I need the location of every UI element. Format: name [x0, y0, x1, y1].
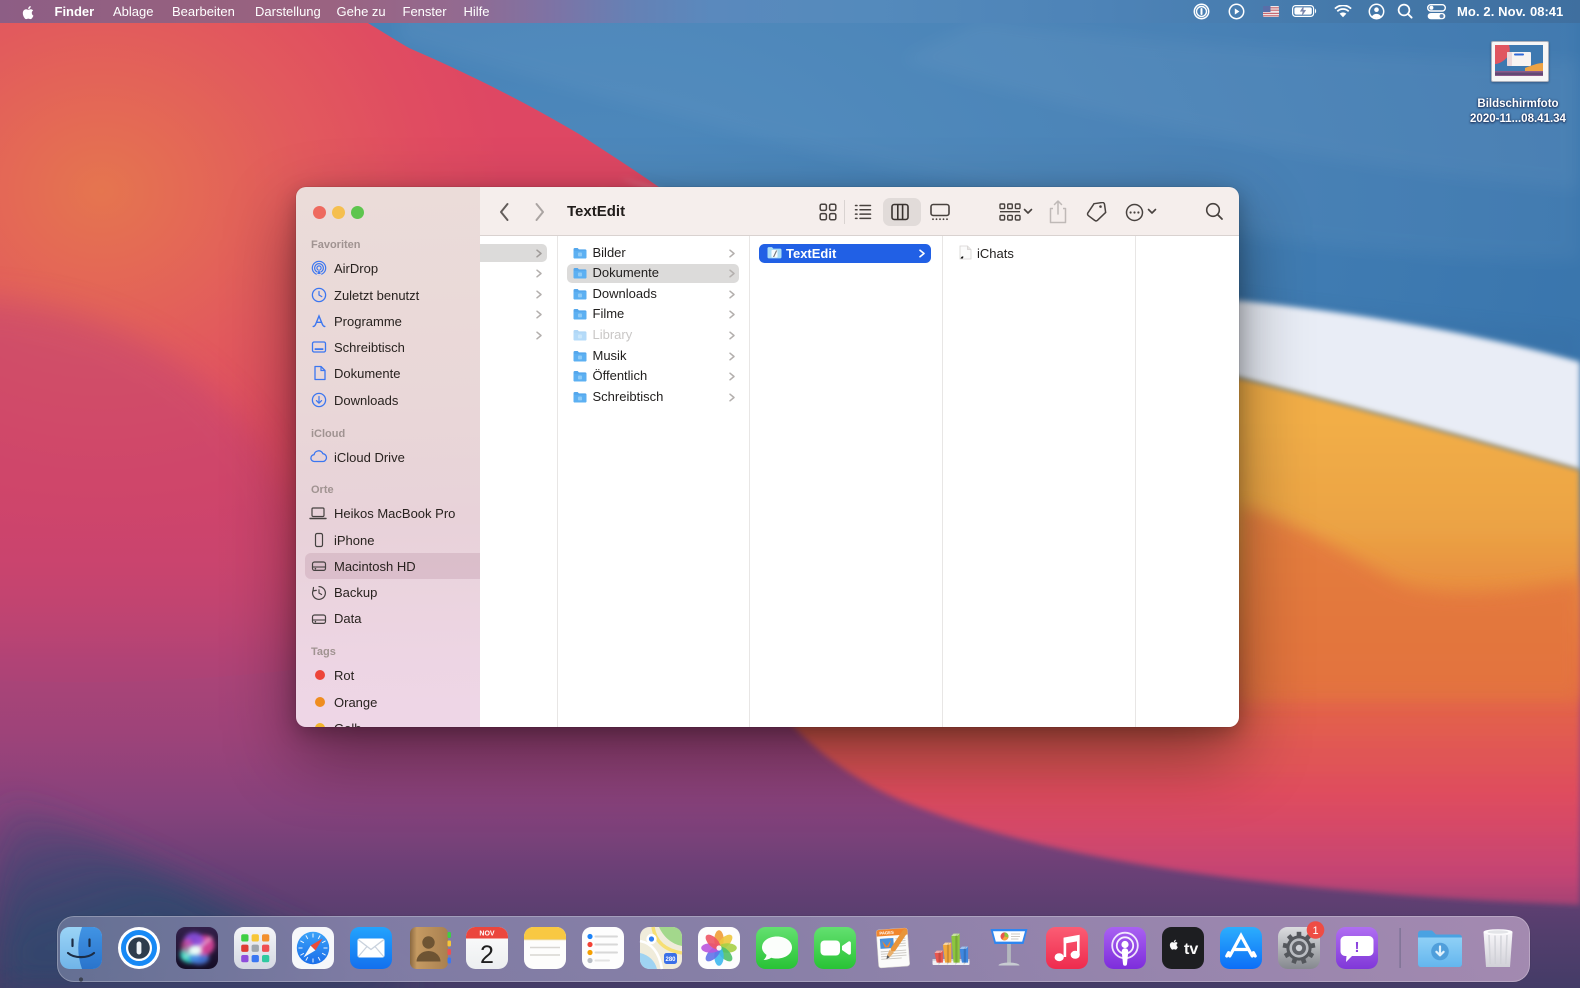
svg-text:280: 280	[665, 957, 676, 963]
svg-text:2: 2	[480, 941, 494, 969]
svg-text:1: 1	[1312, 925, 1318, 937]
svg-text:!: !	[1355, 939, 1360, 956]
svg-text:PAGES: PAGES	[879, 930, 894, 936]
svg-text:tv: tv	[1184, 941, 1198, 958]
svg-text:NOV: NOV	[479, 931, 495, 938]
